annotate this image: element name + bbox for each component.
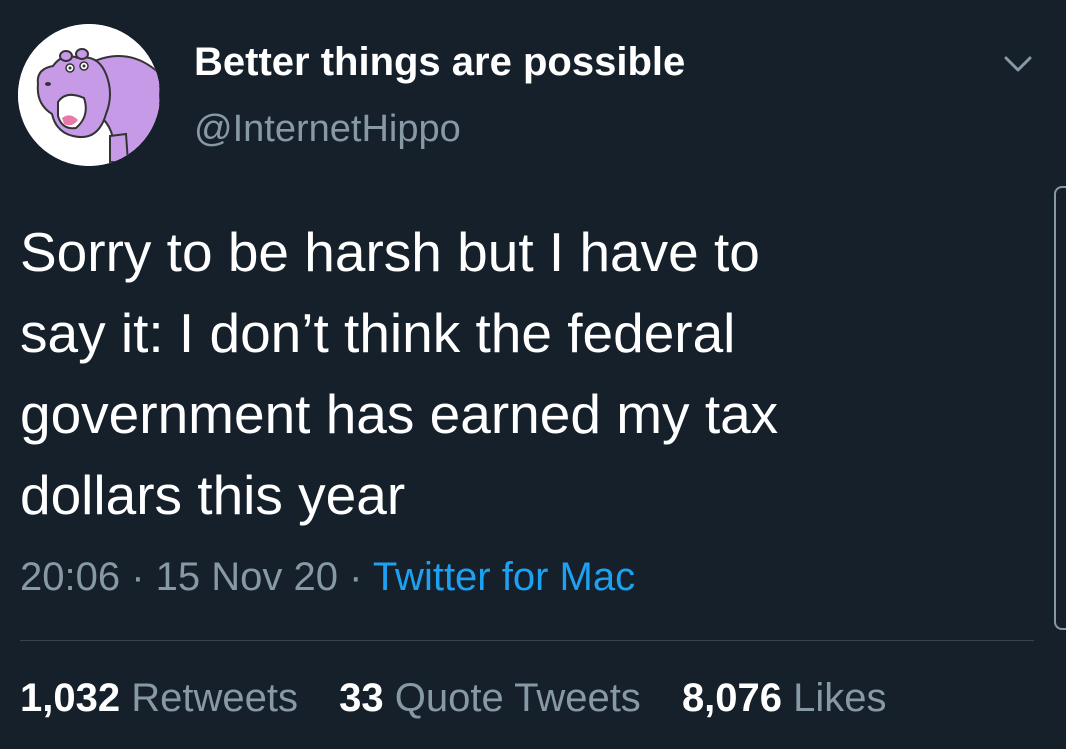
tweet-date[interactable]: 15 Nov 20 [156,555,338,599]
quote-tweets-label: Quote Tweets [394,676,641,720]
divider [20,640,1034,641]
tweet-stats: 1,032 Retweets 33 Quote Tweets 8,076 Lik… [20,676,917,721]
meta-separator: · [120,555,156,599]
scrollbar[interactable] [1054,186,1066,630]
tweet-text: Sorry to be harsh but I have to say it: … [20,212,960,536]
display-name[interactable]: Better things are possible [194,40,685,85]
retweets-stat[interactable]: 1,032 Retweets [20,676,298,720]
tweet-source-link[interactable]: Twitter for Mac [373,555,635,599]
tweet-text-line: Sorry to be harsh but I have to [20,221,760,283]
likes-stat[interactable]: 8,076 Likes [682,676,887,720]
tweet-text-line: dollars this year [20,464,406,526]
hippo-avatar-icon [18,24,160,166]
tweet-text-line: say it: I don’t think the federal [20,302,736,364]
chevron-down-icon[interactable] [1000,50,1036,78]
tweet-text-line: government has earned my tax [20,383,779,445]
tweet-time[interactable]: 20:06 [20,555,120,599]
avatar[interactable] [18,24,160,166]
likes-label: Likes [793,676,887,720]
quote-tweets-stat[interactable]: 33 Quote Tweets [339,676,641,720]
retweets-label: Retweets [131,676,298,720]
retweets-count: 1,032 [20,676,121,720]
quote-tweets-count: 33 [339,676,384,720]
meta-separator: · [338,555,373,599]
user-handle[interactable]: @InternetHippo [194,108,461,151]
tweet-meta: 20:06 · 15 Nov 20 · Twitter for Mac [20,555,635,600]
likes-count: 8,076 [681,676,783,720]
